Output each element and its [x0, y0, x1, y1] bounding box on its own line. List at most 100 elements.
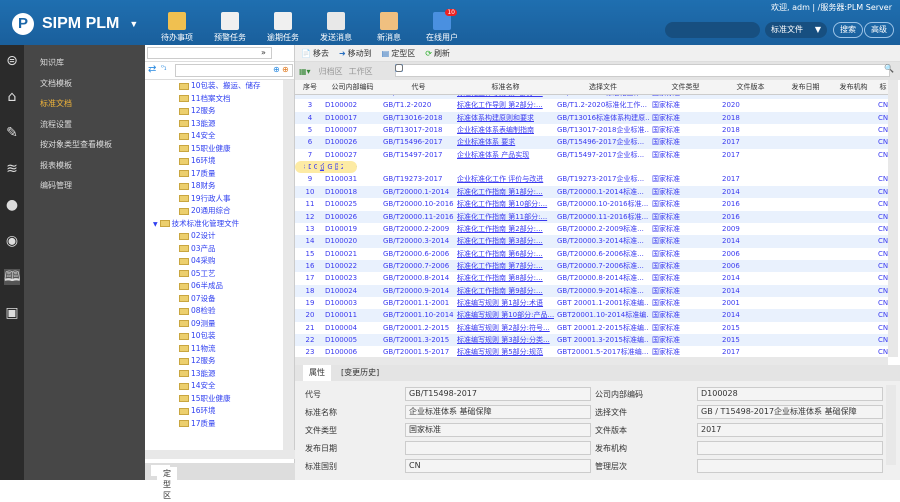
- tree-node[interactable]: 17质量: [145, 418, 283, 431]
- table-row[interactable]: 3 D100002 GB/T1.2-2020 标准化工作导则 第2部分:... GB/T…: [295, 99, 888, 111]
- column-chooser-icon[interactable]: ▦▾: [299, 67, 311, 76]
- tree-node[interactable]: 20通用综合: [145, 205, 283, 218]
- advanced-search-button[interactable]: 高级: [864, 22, 894, 38]
- tree-path-input[interactable]: [147, 47, 272, 59]
- chat-icon[interactable]: ●: [4, 197, 20, 213]
- tree-node[interactable]: 14安全: [145, 130, 283, 143]
- table-row[interactable]: 23 D100006 GB/T20001.5-2017 标准编写规则 第5部分:规范 G…: [295, 346, 888, 357]
- toolbar-button-2[interactable]: ▤ 定型区: [382, 48, 416, 59]
- table-row[interactable]: 10 D100018 GB/T20000.1-2014 标准化工作指南 第1部分:..…: [295, 185, 888, 199]
- tree-node[interactable]: 16环境: [145, 405, 283, 418]
- column-header[interactable]: 公司内部编码: [322, 80, 380, 94]
- tree-horizontal-scrollbar[interactable]: [145, 450, 295, 459]
- table-row[interactable]: 7 D100027 GB/T15497-2017 企业标准体系 产品实现 GB/T154…: [295, 149, 888, 161]
- table-row[interactable]: 22 D100005 GB/T20001.3-2015 标准编写规则 第3部分:分类.…: [295, 334, 888, 347]
- field-value[interactable]: 2017: [697, 423, 883, 437]
- sidebar-item[interactable]: 报表模板: [24, 156, 145, 177]
- tree-node[interactable]: 09测量: [145, 318, 283, 331]
- table-row[interactable]: 13 D100019 GB/T20000.2-2009 标准化工作指南 第2部分:..…: [295, 223, 888, 235]
- sidebar-item[interactable]: 标准文档: [24, 94, 145, 115]
- table-row[interactable]: 21 D100004 GB/T20001.2-2015 标准编写规则 第2部分:符号.…: [295, 322, 888, 334]
- table-row[interactable]: 19 D100003 GB/T20001.1-2001 标准编写规则 第1部分:术语 G…: [295, 297, 888, 309]
- refresh-icon[interactable]: ⇄: [148, 64, 156, 75]
- chevron-down-icon[interactable]: ▼: [129, 19, 138, 29]
- sidebar-item[interactable]: 流程设置: [24, 115, 145, 136]
- column-header[interactable]: 序号: [295, 80, 322, 94]
- grid-horizontal-scrollbar[interactable]: [295, 357, 888, 365]
- tree-node[interactable]: 08检验: [145, 305, 283, 318]
- field-value[interactable]: 企业标准体系 基础保障: [405, 405, 591, 419]
- book-icon[interactable]: 🕮: [4, 269, 21, 285]
- detail-tab[interactable]: 属性: [303, 365, 331, 381]
- home-icon[interactable]: ⌂: [4, 89, 20, 105]
- tree-node[interactable]: 10包装: [145, 330, 283, 343]
- tree-node[interactable]: 19行政人事: [145, 193, 283, 206]
- table-row[interactable]: 5 D100007 GB/T13017-2018 企业标准体系表编制指南 GB/T130…: [295, 124, 888, 136]
- tree-node[interactable]: 04采购: [145, 255, 283, 268]
- sidebar-item[interactable]: 按对象类型查看模板: [24, 135, 145, 156]
- tree-node[interactable]: 11物流: [145, 343, 283, 356]
- toolbar-button-1[interactable]: ➜ 移动到: [339, 48, 372, 59]
- table-row[interactable]: 18 D100024 GB/T20000.9-2014 标准化工作指南 第9部分:..…: [295, 284, 888, 297]
- tree-node[interactable]: 15职业健康: [145, 143, 283, 156]
- search-input[interactable]: [665, 22, 760, 38]
- table-row[interactable]: 6 D100026 GB/T15496-2017 企业标准体系 要求 GB/T15496…: [295, 136, 888, 149]
- tree-node[interactable]: 02设计: [145, 230, 283, 243]
- toolbar-overdue-task-button[interactable]: 逾期任务: [258, 12, 308, 43]
- id-card-icon[interactable]: ▣: [4, 305, 20, 321]
- field-value[interactable]: 国家标准: [405, 423, 591, 437]
- column-header[interactable]: 标准名称: [454, 80, 554, 94]
- column-header[interactable]: 发布机构: [829, 80, 875, 94]
- toolbar-send-message-button[interactable]: 发送消息: [311, 12, 361, 43]
- toolbar-button-0[interactable]: 📄 移去: [301, 48, 329, 59]
- tree-node[interactable]: 15职业健康: [145, 393, 283, 406]
- double-chevron-icon[interactable]: »: [261, 48, 266, 57]
- grid-search-input[interactable]: [395, 64, 890, 77]
- table-row[interactable]: 11 D100025 GB/T20000.10-2016 标准化工作指南 第10部分:…: [295, 198, 888, 210]
- table-row[interactable]: 12 D100026 GB/T20000.11-2016 标准化工作指南 第11部分:…: [295, 210, 888, 223]
- toolbar-new-message-button[interactable]: 新消息: [364, 12, 414, 43]
- brand-logo[interactable]: P SIPM PLM ▼: [12, 13, 138, 35]
- detail-tab[interactable]: [变更历史]: [341, 365, 379, 381]
- field-value[interactable]: CN: [405, 459, 591, 473]
- sidebar-item[interactable]: 文档模板: [24, 74, 145, 95]
- tree-node[interactable]: 03产品: [145, 243, 283, 256]
- toolbar-button-3[interactable]: ⟳ 刷新: [425, 48, 450, 59]
- tree-node[interactable]: 10包装、搬运、储存: [145, 80, 283, 93]
- toolbar-warning-task-button[interactable]: 预警任务: [205, 12, 255, 43]
- tree-node[interactable]: 16环境: [145, 155, 283, 168]
- search-scope-select[interactable]: 标准文件 ▼: [765, 22, 827, 38]
- tree-node[interactable]: 06半成品: [145, 280, 283, 293]
- filter-0[interactable]: 归档区: [319, 64, 403, 77]
- table-row[interactable]: 17 D100023 GB/T20000.8-2014 标准化工作指南 第8部分:..…: [295, 272, 888, 284]
- search-icon[interactable]: ⊜: [4, 53, 20, 69]
- tree-node[interactable]: 07设备: [145, 293, 283, 306]
- field-value[interactable]: GB / T15498-2017企业标准体系 基础保障: [697, 405, 883, 419]
- signal-icon[interactable]: ◉: [4, 233, 20, 249]
- filter-checkbox[interactable]: [395, 64, 403, 72]
- tree-node[interactable]: 13能源: [145, 368, 283, 381]
- tree-node[interactable]: 12服务: [145, 355, 283, 368]
- field-value[interactable]: [697, 441, 883, 455]
- search-button[interactable]: 搜索: [833, 22, 863, 38]
- table-row[interactable]: 15 D100021 GB/T20000.6-2006 标准化工作指南 第6部分:..…: [295, 248, 888, 260]
- tab-finalized-area[interactable]: ◆ 定型区 ×: [151, 465, 177, 502]
- sidebar-item[interactable]: 知识库: [24, 53, 145, 74]
- column-header[interactable]: 发布日期: [779, 80, 829, 94]
- tree-node[interactable]: 18财务: [145, 180, 283, 193]
- tree-node[interactable]: 14安全: [145, 380, 283, 393]
- table-row[interactable]: 20 D100011 GB/T20001.10-2014 标准编写规则 第10部分:产…: [295, 309, 888, 322]
- expand-arrow-icon[interactable]: ▼: [153, 221, 158, 228]
- grid-vertical-scrollbar[interactable]: [888, 80, 898, 357]
- tree-node[interactable]: 12服务: [145, 105, 283, 118]
- table-row[interactable]: 14 D100020 GB/T20000.3-2014 标准化工作指南 第3部分:..…: [295, 235, 888, 248]
- tree-node[interactable]: 17质量: [145, 168, 283, 181]
- tree-node[interactable]: 11档案文档: [145, 93, 283, 106]
- column-header[interactable]: 代号: [380, 80, 454, 94]
- field-value[interactable]: [697, 459, 883, 473]
- field-value[interactable]: [405, 441, 591, 455]
- expand-all-icon[interactable]: ⊕: [273, 65, 280, 74]
- column-header[interactable]: 文件版本: [719, 80, 779, 94]
- table-row[interactable]: 4 D100017 GB/T13016-2018 标准体系构建原则和要求 GB/T130…: [295, 111, 888, 125]
- detail-scrollbar[interactable]: [886, 385, 896, 465]
